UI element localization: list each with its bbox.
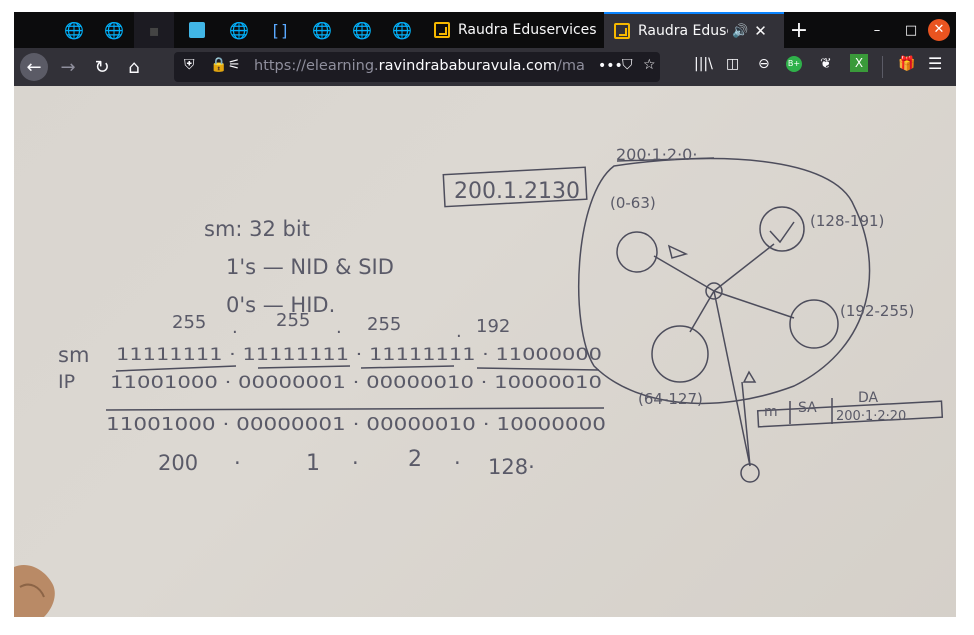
result-octet: 128· [488,455,535,479]
extension-badge-icon[interactable]: B+ [786,56,802,72]
url-prefix: https://elearning. [254,58,379,74]
result-octet: 200 [158,451,198,475]
url-domain: ravindrababuravula.com [378,58,557,74]
app-icon [189,22,205,38]
shield-icon[interactable]: ⛨ [184,57,195,73]
network-address-label: 200·1·2·0· [616,145,697,164]
pinned-tab[interactable]: 🌐 [382,12,422,48]
globe-icon: 🌐 [392,20,412,40]
globe-icon: 🌐 [229,20,249,40]
packet-m-label: m [764,404,778,420]
close-window-button[interactable]: ✕ [928,19,950,41]
forward-button[interactable]: → [54,53,82,81]
account-icon[interactable]: ⊖ [758,56,770,72]
raudra-favicon-icon [614,23,630,39]
navigation-toolbar: ← → ↻ ⌂ ⛨ 🔒 ⚟ https://elearning.ravindra… [14,48,956,86]
maximize-button[interactable]: □ [894,23,928,38]
reload-icon: ↻ [94,56,110,78]
dot: · [336,322,342,343]
tab-raudra-eduservices[interactable]: Raudra Eduservices [424,12,604,48]
extension-x-icon[interactable]: X [850,54,868,72]
dot: · [456,326,462,347]
extension-leaf-icon[interactable]: ❦ [820,56,832,72]
menu-icon[interactable]: ☰ [928,54,942,73]
packet-da-value: 200·1·2·20 [836,409,906,424]
permissions-icon[interactable]: ⚟ [228,57,241,73]
range-label: (128-191) [810,212,884,230]
pinned-tab[interactable]: [] [260,12,300,48]
result-octet: 1 [306,451,320,476]
bracket-icon: [] [270,20,290,40]
minimize-button[interactable]: – [860,23,894,38]
window-controls: – □ ✕ [860,12,956,48]
pinned-tab[interactable]: 🌐 [342,12,382,48]
url-suffix: /ma [556,58,585,74]
blank-tab-icon: ▪ [148,20,160,40]
sm-octet: 192 [476,316,510,337]
lock-icon[interactable]: 🔒 [210,57,227,73]
home-icon: ⌂ [128,56,140,78]
sm-octet: 255 [172,312,206,333]
tab-raudra-eduservices-active[interactable]: Raudra Eduserv 🔊 ✕ [604,12,784,48]
library-icon[interactable]: |||\ [694,56,713,72]
hand-image [14,557,64,617]
sm-binary-text: 11111111 · 11111111 · 11111111 · 1100000… [116,345,602,365]
tab-strip: 🌐 🌐 ▪ 🌐 [] 🌐 🌐 🌐 Raudra Eduservices Raud… [14,12,956,48]
whiteboard-drawing: 200.1.2130 sm: 32 bit 1's — NID & SID 0'… [58,145,944,483]
new-tab-button[interactable]: + [786,12,812,48]
pinned-tab[interactable]: 🌐 [302,12,342,48]
dot: · [352,451,359,475]
range-label: (192-255) [840,302,914,320]
page-actions-button[interactable]: ••• [598,58,623,74]
tab-title: Raudra Eduservices [458,22,597,38]
toolbar-divider [882,56,883,78]
packet-sa-label: SA [798,400,817,416]
pinned-tab[interactable]: 🌐 [94,12,134,48]
video-content[interactable]: 200.1.2130 sm: 32 bit 1's — NID & SID 0'… [14,86,956,617]
extensions-gift-icon[interactable]: 🎁 [898,56,915,72]
hand-shape [14,564,55,617]
pinned-tab[interactable]: 🌐 [219,12,259,48]
ip-binary-text: 11001000 · 00000001 · 00000010 · 1000001… [110,373,602,393]
arrow-left-icon: ← [26,56,42,78]
close-tab-icon[interactable]: ✕ [754,22,767,40]
sm-octet: 255 [276,310,310,331]
reload-button[interactable]: ↻ [88,53,116,81]
arrow-right-icon: → [60,56,76,78]
and-binary-text: 11001000 · 00000001 · 00000010 · 1000000… [106,414,606,435]
tab-title: Raudra Eduserv [638,23,728,39]
range-label: (0-63) [610,194,656,212]
speaker-icon[interactable]: 🔊 [732,24,748,39]
range-label: (64-127) [638,390,703,408]
sidebar-icon[interactable]: ◫ [726,56,739,72]
pinned-tab[interactable]: ▪ [134,12,174,48]
browser-window: 🌐 🌐 ▪ 🌐 [] 🌐 🌐 🌐 Raudra Eduservices Raud… [14,12,956,617]
home-button[interactable]: ⌂ [120,53,148,81]
globe-icon: 🌐 [312,20,332,40]
globe-icon: 🌐 [104,20,124,40]
dot: · [454,451,461,475]
ip-label: IP [58,371,75,393]
globe-icon: 🌐 [64,20,84,40]
sm-label: sm [58,343,89,367]
ip-address-text: 200.1.2130 [454,179,580,204]
bookmark-star-icon[interactable]: ☆ [643,57,656,73]
result-octet: 2 [408,447,422,472]
ones-meaning-text: 1's — NID & SID [226,255,394,279]
raudra-favicon-icon [434,22,450,38]
packet-da-label: DA [858,390,879,406]
url-text[interactable]: https://elearning.ravindrababuravula.com… [254,58,599,74]
url-bar[interactable]: ⛨ 🔒 ⚟ https://elearning.ravindrababuravu… [174,52,660,82]
globe-icon: 🌐 [352,20,372,40]
back-button[interactable]: ← [20,53,48,81]
sm-octet: 255 [367,314,401,335]
pocket-icon[interactable]: ⛉ [622,57,633,73]
dot: · [232,322,238,343]
pinned-tab[interactable] [177,12,217,48]
pinned-tab[interactable]: 🌐 [54,12,94,48]
subnet-mask-bits-text: sm: 32 bit [204,217,310,241]
dot: · [234,451,241,475]
